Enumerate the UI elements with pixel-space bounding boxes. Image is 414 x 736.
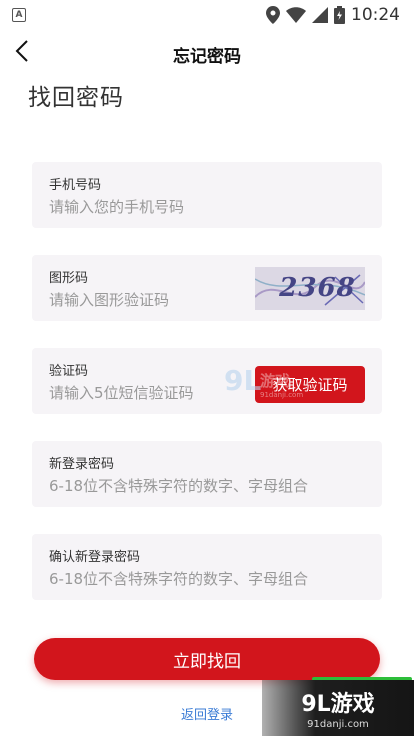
phone-input[interactable]	[49, 198, 359, 216]
svg-text:9L: 9L	[224, 364, 261, 397]
nav-bar: 忘记密码	[0, 30, 414, 76]
watermark-corner: 9L游戏 91danji.com	[262, 680, 414, 736]
status-bar: A 10:24	[0, 0, 414, 30]
phone-label: 手机号码	[49, 178, 102, 193]
new-password-input[interactable]	[49, 477, 359, 495]
notification-a-icon: A	[12, 8, 26, 22]
nav-title: 忘记密码	[173, 47, 241, 67]
confirm-password-field: 确认新登录密码	[32, 534, 382, 600]
watermark-logo-icon: 9L 游戏 91danji.com	[224, 364, 303, 399]
sms-input[interactable]	[49, 384, 249, 402]
watermark-site: 91danji.com	[307, 719, 369, 730]
sms-field: 验证码 获取验证码	[32, 348, 382, 414]
sms-label: 验证码	[49, 364, 89, 379]
wifi-icon	[286, 7, 306, 23]
captcha-text: 2368	[275, 273, 359, 303]
status-time: 10:24	[351, 5, 400, 25]
svg-text:91danji.com: 91danji.com	[260, 391, 303, 399]
new-password-label: 新登录密码	[49, 457, 115, 472]
status-right: 10:24	[266, 5, 400, 25]
phone-field: 手机号码	[32, 162, 382, 228]
watermark-brand: 9L游戏	[301, 692, 375, 717]
battery-icon	[334, 6, 345, 24]
svg-text:游戏: 游戏	[260, 372, 290, 390]
captcha-field: 图形码 2368	[32, 255, 382, 321]
page-title: 找回密码	[28, 85, 124, 111]
signal-icon	[312, 7, 328, 23]
captcha-label: 图形码	[49, 271, 89, 286]
confirm-password-input[interactable]	[49, 570, 359, 588]
confirm-password-label: 确认新登录密码	[49, 550, 141, 565]
submit-button[interactable]: 立即找回	[34, 638, 380, 680]
watermark-logo-small: 9L 游戏 91danji.com	[224, 364, 314, 404]
location-icon	[266, 6, 280, 24]
captcha-input[interactable]	[49, 291, 249, 309]
new-password-field: 新登录密码	[32, 441, 382, 507]
captcha-image[interactable]: 2368	[255, 267, 365, 310]
status-left: A	[12, 8, 26, 22]
